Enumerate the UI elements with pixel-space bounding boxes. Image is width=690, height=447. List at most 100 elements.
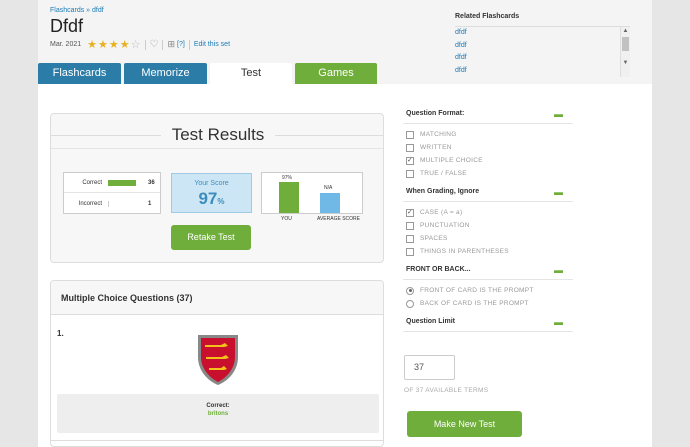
question-number: 1. <box>57 329 64 338</box>
tab-test[interactable]: Test <box>210 63 292 84</box>
option-front-prompt[interactable]: FRONT OF CARD IS THE PROMPT <box>403 284 573 297</box>
related-scrollbar[interactable]: ▲ ▼ <box>620 27 630 77</box>
related-item[interactable]: dfdf <box>455 65 630 78</box>
compare-you-label: YOU <box>281 216 292 222</box>
retake-test-button[interactable]: Retake Test <box>171 225 251 250</box>
related-heading: Related Flashcards <box>455 13 520 20</box>
scrollbar-thumb[interactable] <box>622 37 629 51</box>
option-label: TRUE / FALSE <box>420 170 467 177</box>
option-matching[interactable]: MATCHING <box>403 128 573 141</box>
related-item[interactable]: dfdf <box>455 27 630 40</box>
score-number: 97 <box>198 189 218 208</box>
collapse-icon[interactable]: ▬ <box>554 312 563 332</box>
folder-add-icon[interactable]: ⊞ <box>167 39 175 50</box>
option-true-false[interactable]: TRUE / FALSE <box>403 167 573 180</box>
option-label: PUNCTUATION <box>420 222 470 229</box>
section-title: Question Format: <box>406 110 465 117</box>
correct-label: Correct <box>82 179 102 186</box>
question-limit-heading[interactable]: Question Limit ▬ <box>403 312 573 332</box>
tab-memorize[interactable]: Memorize <box>124 63 207 84</box>
option-spaces[interactable]: SPACES <box>403 232 573 245</box>
incorrect-row: Incorrect 1 <box>64 194 160 214</box>
compare-you-value: 97% <box>282 175 293 181</box>
collapse-icon[interactable]: ▬ <box>554 260 563 280</box>
option-back-prompt[interactable]: BACK OF CARD IS THE PROMPT <box>403 297 573 310</box>
star-icon[interactable]: ★ <box>87 39 97 50</box>
checkbox[interactable] <box>406 221 414 230</box>
correct-incorrect-box: Correct 36 Incorrect 1 <box>63 172 161 214</box>
grading-section: When Grading, Ignore ▬ ✓ CASE (A = a) PUNC… <box>403 182 573 260</box>
answer-label: Correct: <box>206 403 230 409</box>
divider <box>188 39 190 50</box>
compare-avg-label: AVERAGE SCORE <box>317 216 360 222</box>
score-compare-chart: 97% N/A <box>261 172 363 214</box>
incorrect-bar <box>108 201 109 207</box>
section-title: Question Limit <box>406 318 455 325</box>
related-flashcards: Related Flashcards dfdf dfdf dfdf dfdf ▲… <box>455 13 630 78</box>
rating-stars[interactable]: ★ ★ ★ ★ ☆ <box>87 39 141 50</box>
divider <box>144 39 146 50</box>
heart-icon[interactable]: ♡ <box>150 39 159 50</box>
option-punctuation[interactable]: PUNCTUATION <box>403 219 573 232</box>
star-icon[interactable]: ★ <box>109 39 119 50</box>
option-label: THINGS IN PARENTHESES <box>420 248 509 255</box>
option-parentheses[interactable]: THINGS IN PARENTHESES <box>403 245 573 258</box>
related-item[interactable]: dfdf <box>455 40 630 53</box>
section-title: When Grading, Ignore <box>406 188 480 195</box>
results-title: Test Results <box>161 125 275 145</box>
tab-games[interactable]: Games <box>295 63 377 84</box>
star-empty-icon[interactable]: ☆ <box>131 39 141 50</box>
available-terms-caption: OF 37 AVAILABLE TERMS <box>404 387 489 394</box>
option-case[interactable]: ✓ CASE (A = a) <box>403 206 573 219</box>
option-label: MULTIPLE CHOICE <box>420 157 483 164</box>
collapse-icon[interactable]: ▬ <box>554 182 563 202</box>
checkbox[interactable] <box>406 247 414 256</box>
compare-avg-value: N/A <box>324 185 333 191</box>
answer-value: britons <box>207 411 229 417</box>
grading-heading[interactable]: When Grading, Ignore ▬ <box>403 182 573 202</box>
compare-you-bar <box>279 182 299 213</box>
option-label: BACK OF CARD IS THE PROMPT <box>420 300 529 307</box>
radio-button[interactable] <box>406 286 414 295</box>
set-date: Mar. 2021 <box>50 41 82 48</box>
correct-bar <box>108 179 136 186</box>
option-written[interactable]: WRITTEN <box>403 141 573 154</box>
checkbox[interactable] <box>406 130 414 139</box>
scroll-down-icon[interactable]: ▼ <box>621 59 630 67</box>
breadcrumb[interactable]: Flashcards » dfdf <box>50 7 104 14</box>
question-format-heading[interactable]: Question Format: ▬ <box>403 104 573 124</box>
tab-flashcards[interactable]: Flashcards <box>38 63 121 84</box>
related-list: dfdf dfdf dfdf dfdf ▲ ▼ <box>455 26 630 78</box>
test-options: Question Format: ▬ MATCHING WRITTEN ✓ MULT… <box>403 104 573 332</box>
your-score-label: Your Score <box>194 180 229 187</box>
star-icon[interactable]: ★ <box>120 39 130 50</box>
mc-header: Multiple Choice Questions (37) <box>51 281 383 315</box>
folder-count-link[interactable]: [?] <box>177 41 185 48</box>
checkbox[interactable] <box>406 143 414 152</box>
checkbox[interactable]: ✓ <box>406 208 414 217</box>
option-label: WRITTEN <box>420 144 452 151</box>
checkbox[interactable] <box>406 234 414 243</box>
front-back-heading[interactable]: FRONT OR BACK... ▬ <box>403 260 573 280</box>
collapse-icon[interactable]: ▬ <box>554 104 563 124</box>
radio-button[interactable] <box>406 299 414 308</box>
score-unit: % <box>217 197 225 206</box>
star-icon[interactable]: ★ <box>98 39 108 50</box>
divider <box>51 440 383 441</box>
compare-avg-bar <box>320 193 340 213</box>
scroll-up-icon[interactable]: ▲ <box>621 27 630 35</box>
checkbox[interactable] <box>406 169 414 178</box>
divider <box>162 39 164 50</box>
option-multiple-choice[interactable]: ✓ MULTIPLE CHOICE <box>403 154 573 167</box>
question-limit-input[interactable]: 37 <box>404 355 455 380</box>
page-title: Dfdf <box>50 16 84 36</box>
front-back-section: FRONT OR BACK... ▬ FRONT OF CARD IS THE P… <box>403 260 573 312</box>
related-item[interactable]: dfdf <box>455 52 630 65</box>
make-new-test-button[interactable]: Make New Test <box>407 411 522 437</box>
test-results-panel: Test Results Correct 36 Incorrect 1 Your… <box>50 113 384 263</box>
edit-set-link[interactable]: Edit this set <box>194 41 230 48</box>
multiple-choice-panel: Multiple Choice Questions (37) 1. Correc… <box>50 280 384 447</box>
answer-box: Correct: britons <box>57 394 379 433</box>
checkbox[interactable]: ✓ <box>406 156 414 165</box>
option-label: MATCHING <box>420 131 457 138</box>
